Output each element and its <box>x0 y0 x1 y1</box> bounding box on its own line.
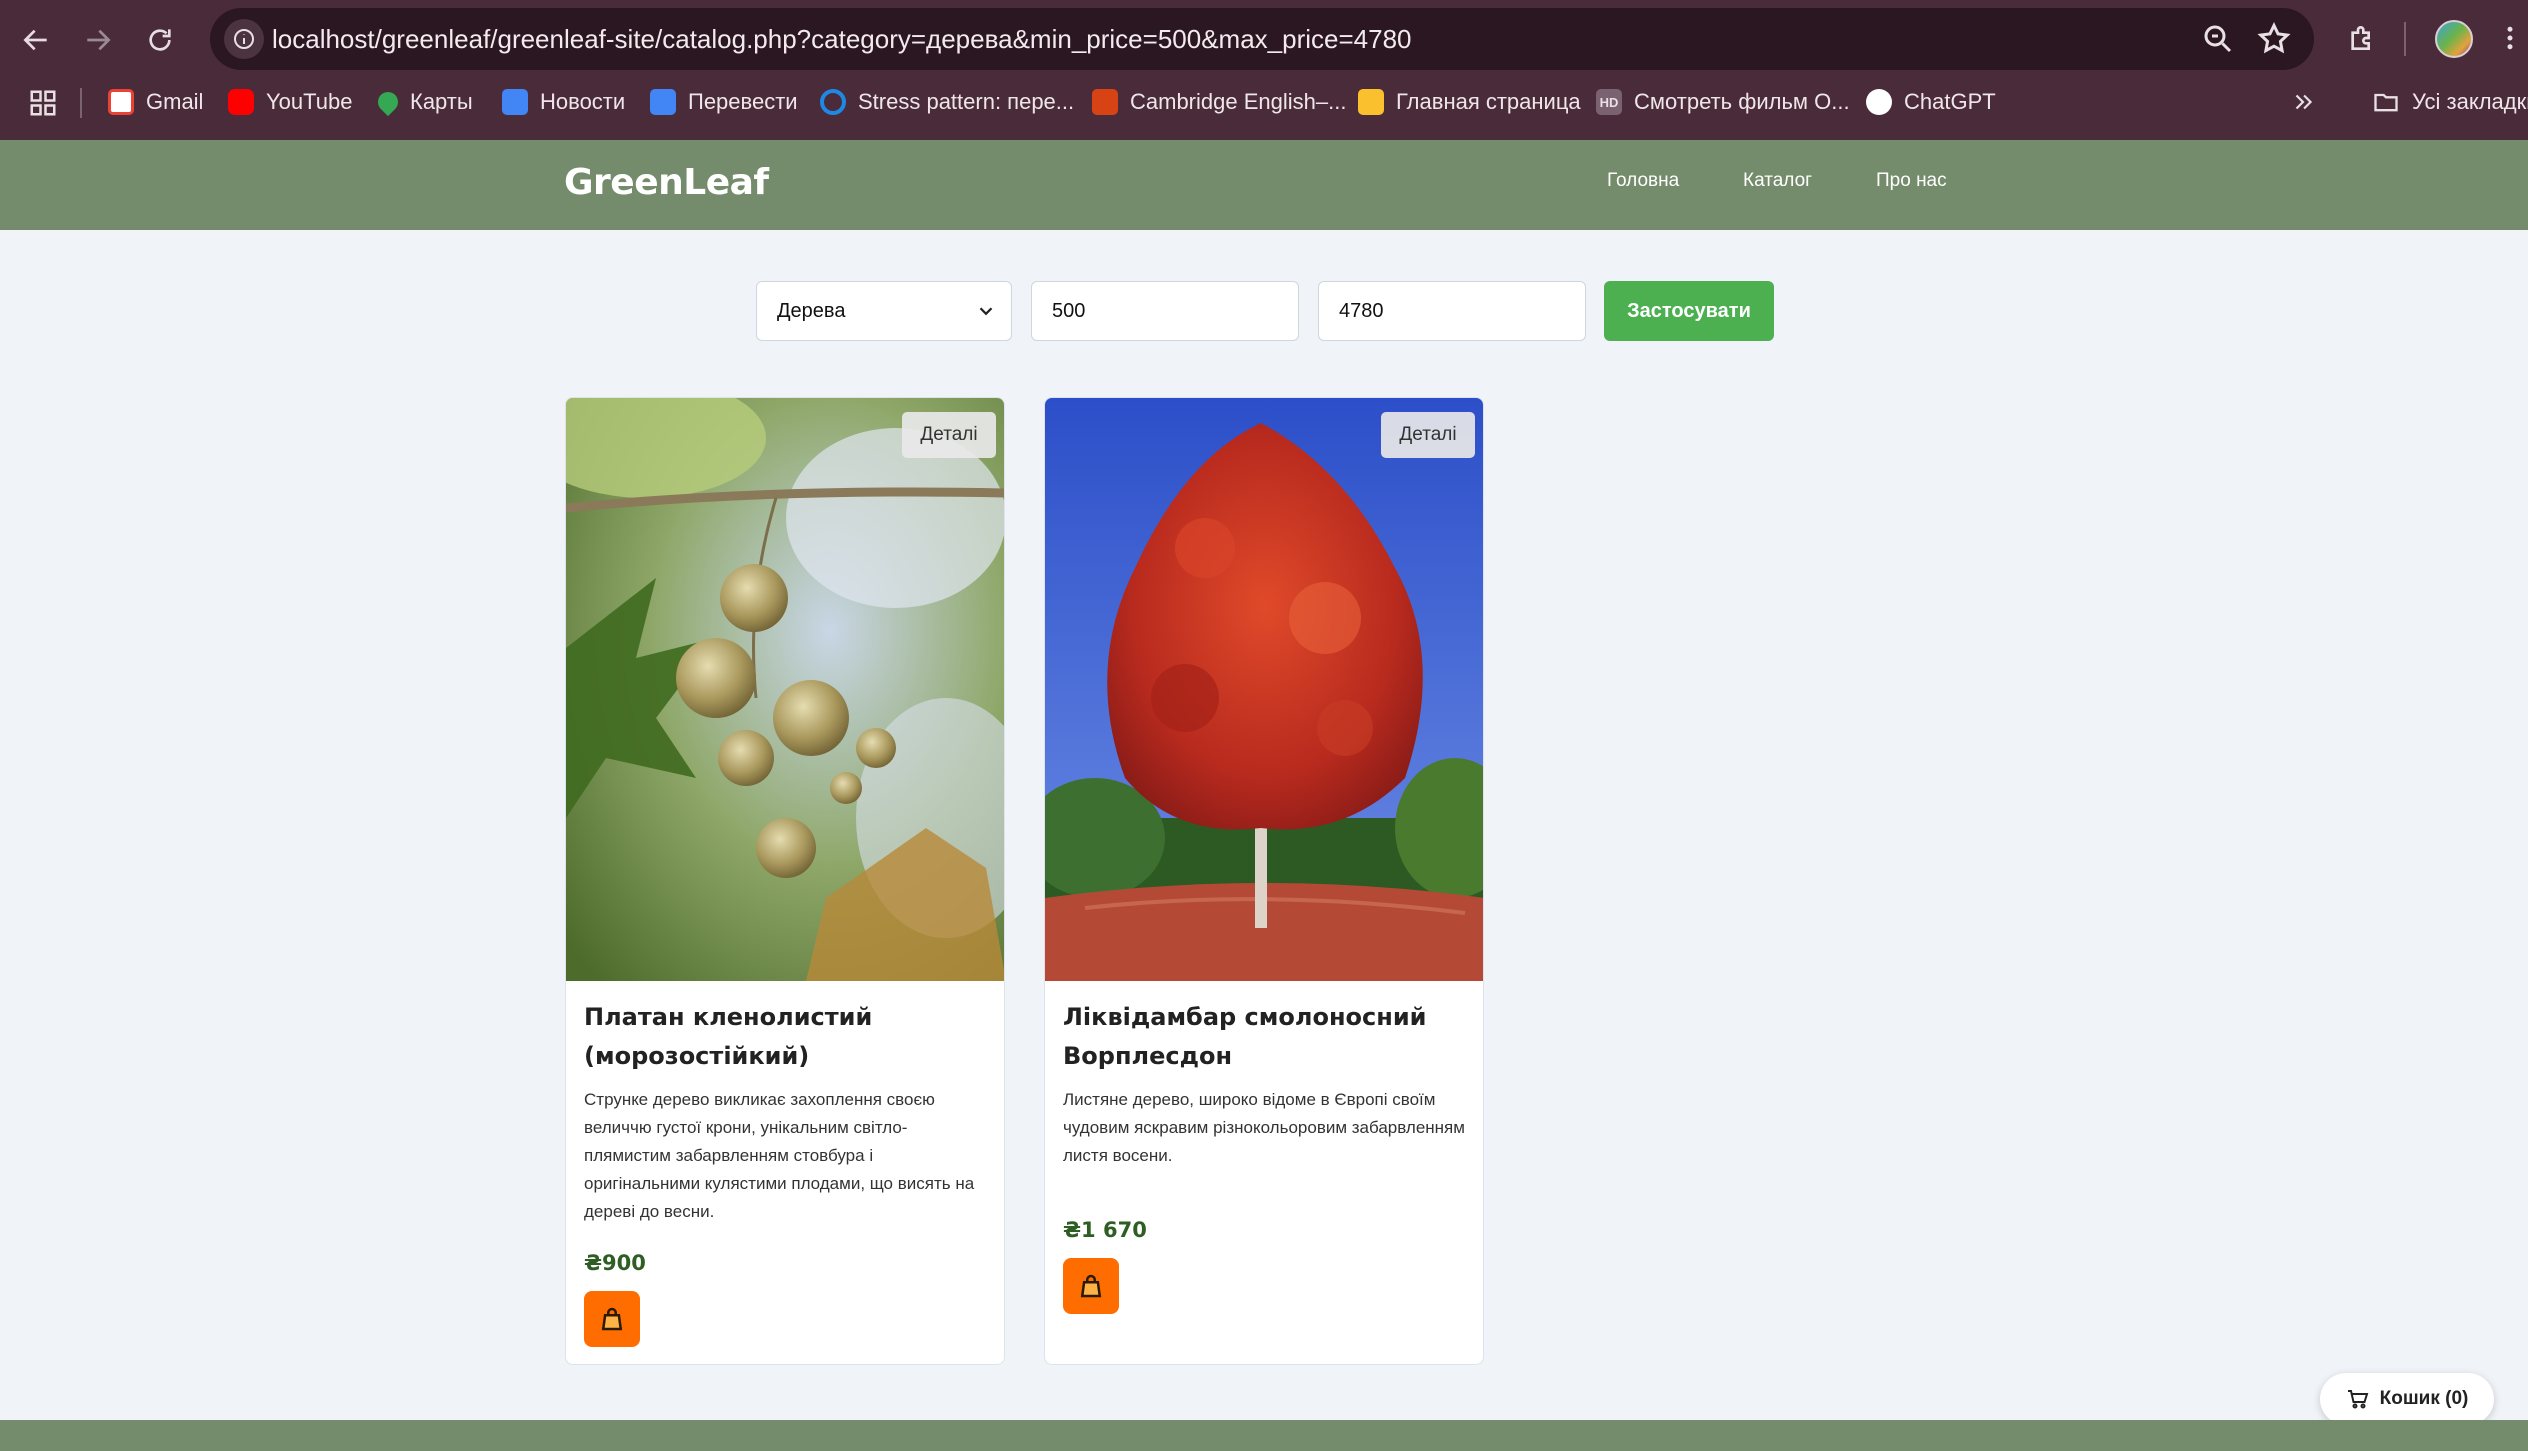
apply-filter-button[interactable]: Застосувати <box>1604 281 1774 341</box>
bookmark-label: Новости <box>540 89 626 114</box>
forward-button[interactable] <box>74 16 122 64</box>
all-bookmarks-button[interactable]: Усі закладки <box>2372 80 2528 124</box>
bookmark-label: Stress pattern: пере... <box>858 89 1075 114</box>
bookmark-youtube[interactable]: YouTube <box>228 80 352 124</box>
bookmark-gmail[interactable]: Gmail <box>108 80 203 124</box>
cart-label: Кошик (0) <box>2379 1388 2469 1409</box>
profile-avatar[interactable] <box>2435 20 2473 58</box>
bookmarks-bar: Gmail YouTube Карты Новости Перевести St… <box>0 80 2528 124</box>
bookmark-label: Cambridge English–... <box>1130 89 1347 114</box>
category-select-value: Дерева <box>777 299 846 322</box>
reload-icon <box>149 29 171 51</box>
add-to-cart-button[interactable] <box>584 1291 640 1347</box>
bookmark-label: ChatGPT <box>1904 89 1996 114</box>
bookmark-movie[interactable]: HD Смотреть фильм О... <box>1596 80 1850 124</box>
arrow-left-icon <box>23 29 47 51</box>
puzzle-icon <box>2351 26 2370 50</box>
product-price: ₴1 670 <box>1063 1218 1147 1242</box>
max-price-value: 4780 <box>1339 299 1384 322</box>
shopping-bag-icon <box>1080 1274 1102 1298</box>
chatgpt-icon <box>1866 89 1892 115</box>
product-card: Деталі Платан кленолистий (морозостійкий… <box>565 397 1005 1365</box>
floating-cart-button[interactable]: Кошик (0) <box>2320 1373 2494 1425</box>
bookmark-cambridge[interactable]: Cambridge English–... <box>1092 80 1346 124</box>
url-text[interactable]: localhost/greenleaf/greenleaf-site/catal… <box>272 8 1412 70</box>
bookmark-maps[interactable]: Карты <box>373 80 473 124</box>
product-card: Деталі Ліквідамбар смолоносний Ворплесдо… <box>1044 397 1484 1365</box>
product-description: Листяне дерево, широко відоме в Європі с… <box>1063 1090 1465 1165</box>
add-to-cart-button[interactable] <box>1063 1258 1119 1314</box>
sweetgum-tree-photo[interactable]: Деталі <box>1045 398 1483 981</box>
nav-link-home[interactable]: Головна <box>1607 170 1679 192</box>
bookmark-classroom[interactable]: Главная страница <box>1358 80 1581 124</box>
cambridge-icon <box>1092 89 1118 115</box>
gmail-icon <box>108 89 134 115</box>
cart-icon <box>2347 1390 2368 1409</box>
product-description: Стрункe дерево викликає захоплення своєю… <box>584 1090 975 1221</box>
sweetgum-tree-image <box>1045 398 1483 981</box>
plane-tree-photo[interactable]: Деталі <box>566 398 1004 981</box>
extensions-button[interactable] <box>2338 14 2386 62</box>
bookmark-label: Смотреть фильм О... <box>1634 89 1850 114</box>
details-button[interactable]: Деталі <box>1381 412 1475 458</box>
site-logo[interactable]: GreenLeaf <box>564 162 769 203</box>
shopping-bag-icon <box>601 1307 623 1331</box>
bookmark-label: Gmail <box>146 89 204 114</box>
max-price-input[interactable]: 4780 <box>1318 281 1586 341</box>
address-bar[interactable]: localhost/greenleaf/greenleaf-site/catal… <box>210 8 2314 70</box>
bookmark-translate[interactable]: Перевести <box>650 80 798 124</box>
double-chevron-right-icon <box>2295 94 2313 110</box>
stress-icon <box>820 89 846 115</box>
reload-button[interactable] <box>136 16 184 64</box>
min-price-input[interactable]: 500 <box>1031 281 1299 341</box>
bookmark-label: Карты <box>410 89 473 114</box>
browser-chrome: localhost/greenleaf/greenleaf-site/catal… <box>0 0 2528 140</box>
product-price: ₴900 <box>584 1251 646 1275</box>
category-select[interactable]: Дерева <box>756 281 1012 341</box>
bookmark-label: YouTube <box>266 89 353 114</box>
product-title: Ліквідамбар смолоносний Ворплесдон <box>1063 1003 1427 1070</box>
nav-link-about[interactable]: Про нас <box>1876 170 1947 192</box>
product-title: Платан кленолистий (морозостійкий) <box>584 1003 873 1070</box>
details-button[interactable]: Деталі <box>902 412 996 458</box>
bookmarks-overflow-button[interactable] <box>2290 80 2316 124</box>
bookmark-label: Главная страница <box>1396 89 1581 114</box>
star-icon[interactable] <box>2256 21 2292 57</box>
nav-link-catalog[interactable]: Каталог <box>1743 170 1812 192</box>
youtube-icon <box>228 89 254 115</box>
hd-icon: HD <box>1596 89 1622 115</box>
browser-menu-button[interactable] <box>2486 14 2528 62</box>
chevron-down-icon <box>979 307 993 316</box>
news-icon <box>502 89 528 115</box>
toolbar-divider <box>2404 22 2406 56</box>
bookmark-news[interactable]: Новости <box>502 80 625 124</box>
folder-icon <box>2374 93 2398 112</box>
more-vert-icon <box>2507 26 2513 50</box>
zoom-icon[interactable] <box>2200 21 2236 57</box>
arrow-right-icon <box>87 29 111 51</box>
min-price-value: 500 <box>1052 299 1086 322</box>
site-header: GreenLeaf Головна Каталог Про нас <box>0 140 2528 230</box>
maps-icon <box>373 87 403 117</box>
plane-tree-image <box>566 398 1004 981</box>
bookmark-stress-pattern[interactable]: Stress pattern: пере... <box>820 80 1074 124</box>
all-bookmarks-label: Усі закладки <box>2412 89 2528 114</box>
bookmark-chatgpt[interactable]: ChatGPT <box>1866 80 1996 124</box>
translate-icon <box>650 89 676 115</box>
site-info-icon[interactable] <box>224 19 264 59</box>
site-footer <box>0 1420 2528 1451</box>
classroom-icon <box>1358 89 1384 115</box>
back-button[interactable] <box>12 16 60 64</box>
bookmark-label: Перевести <box>688 89 798 114</box>
